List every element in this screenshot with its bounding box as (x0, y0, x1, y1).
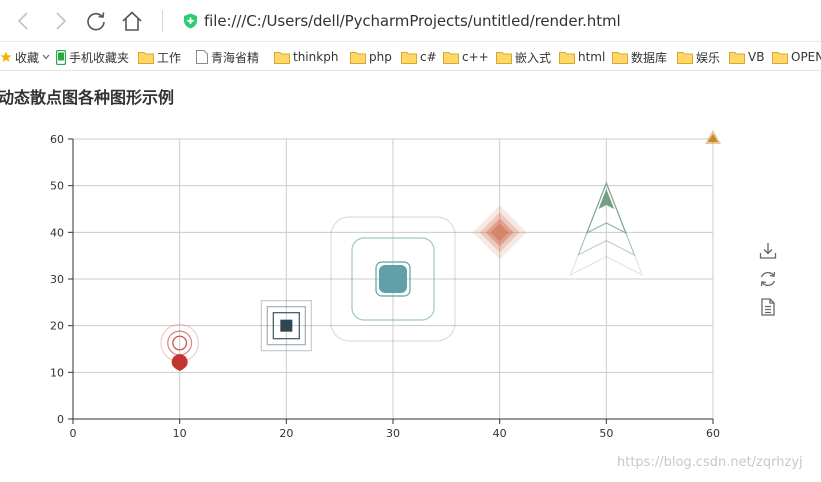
y-tick-label: 50 (50, 180, 64, 193)
browser-window: file:///C:/Users/dell/PycharmProjects/un… (0, 0, 821, 482)
x-tick-label: 50 (599, 427, 613, 440)
scatter-chart: 0 10 20 30 40 50 60 0 10 20 30 40 50 60 (50, 130, 721, 440)
x-tick-label: 60 (706, 427, 720, 440)
save-image-button[interactable] (757, 240, 779, 262)
round-rect-symbol (379, 265, 407, 293)
x-tick-label: 40 (493, 427, 507, 440)
scatter-point-diamond (472, 205, 527, 260)
restore-button[interactable] (757, 268, 779, 290)
save-image-icon (759, 243, 777, 259)
restore-icon (760, 271, 776, 287)
rect-symbol (280, 319, 293, 332)
y-tick-label: 30 (50, 273, 64, 286)
y-tick-label: 10 (50, 366, 64, 379)
data-view-button[interactable] (757, 296, 779, 318)
chart-points (160, 130, 721, 371)
y-tick-label: 20 (50, 320, 64, 333)
y-tick-label: 60 (50, 133, 64, 146)
watermark: https://blog.csdn.net/zqrhzyj (617, 455, 803, 470)
y-tick-label: 40 (50, 226, 64, 239)
x-tick-label: 0 (70, 427, 77, 440)
x-tick-label: 20 (279, 427, 293, 440)
x-tick-label: 30 (386, 427, 400, 440)
y-tick-label: 0 (57, 413, 64, 426)
scatter-point-triangle (705, 130, 721, 144)
x-tick-label: 10 (173, 427, 187, 440)
data-view-icon (761, 298, 775, 316)
pin-symbol (171, 354, 188, 371)
